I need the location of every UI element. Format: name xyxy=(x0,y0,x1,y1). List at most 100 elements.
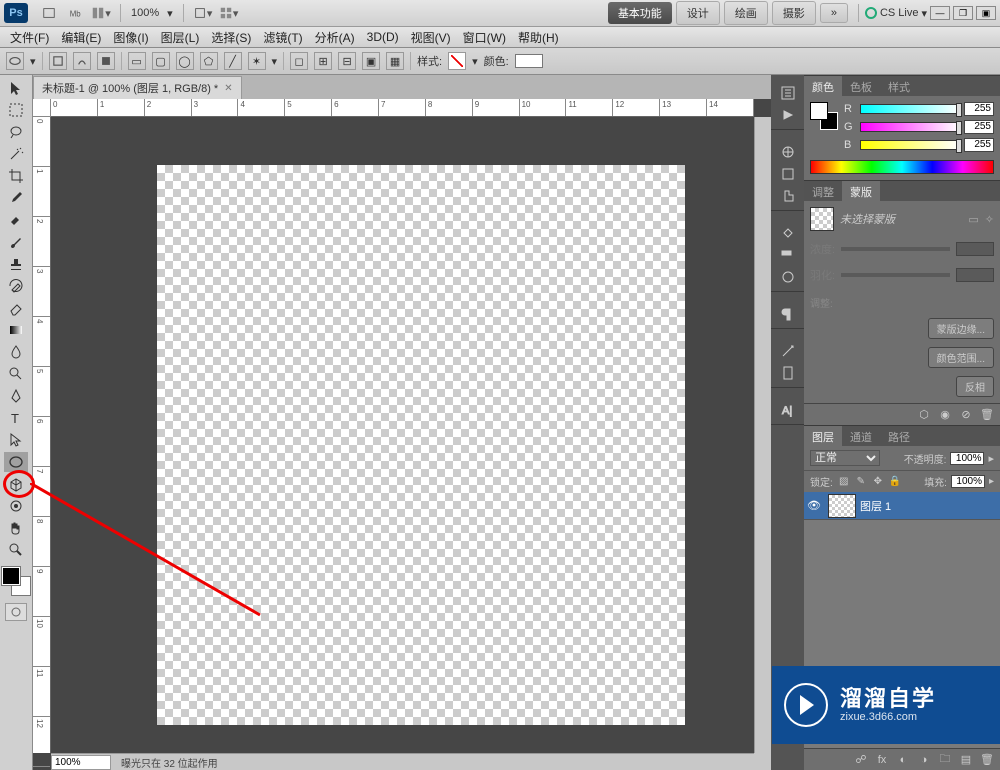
tab-layers[interactable]: 图层 xyxy=(804,426,842,446)
pixel-mask-icon[interactable]: ▭ xyxy=(968,213,978,226)
info-panel-icon[interactable] xyxy=(777,363,799,383)
opacity-value[interactable]: 100% xyxy=(950,452,984,465)
canvas[interactable] xyxy=(157,165,685,725)
brushpresets-icon[interactable] xyxy=(777,164,799,184)
mask-disable-icon[interactable]: ⊘ xyxy=(959,408,973,422)
shape-ellipse-icon[interactable]: ◯ xyxy=(176,52,194,70)
type-tool-icon[interactable]: T xyxy=(4,408,28,428)
density-value[interactable] xyxy=(956,242,994,256)
eraser-tool-icon[interactable] xyxy=(4,298,28,318)
zoom-tool-icon[interactable] xyxy=(4,540,28,560)
fx-icon[interactable]: fx xyxy=(875,753,889,767)
zoom-icon[interactable]: ▾ xyxy=(218,3,240,23)
hand-tool-icon[interactable] xyxy=(4,518,28,538)
tab-mask[interactable]: 蒙版 xyxy=(842,181,880,201)
quickmask-icon[interactable] xyxy=(5,603,27,621)
doc-layout-icon[interactable]: ▾ xyxy=(90,3,112,23)
document-tab[interactable]: 未标题-1 @ 100% (图层 1, RGB/8) * ✕ xyxy=(33,76,242,99)
link-icon[interactable]: ☍ xyxy=(854,753,868,767)
paths-icon[interactable] xyxy=(73,52,91,70)
fill-value[interactable]: 100% xyxy=(951,475,985,488)
mask-apply-icon[interactable]: ◉ xyxy=(938,408,952,422)
shape-line-icon[interactable]: ╱ xyxy=(224,52,242,70)
shape-polygon-icon[interactable]: ⬠ xyxy=(200,52,218,70)
ruler-horizontal[interactable]: 01234567891011121314 xyxy=(51,99,754,117)
spectrum-bar[interactable] xyxy=(810,160,994,174)
workspace-paint[interactable]: 绘画 xyxy=(724,1,768,25)
slider-g[interactable] xyxy=(860,122,960,132)
tab-adjust[interactable]: 调整 xyxy=(804,181,842,201)
shape-rect-icon[interactable]: ▭ xyxy=(128,52,146,70)
heal-tool-icon[interactable] xyxy=(4,210,28,230)
menu-analysis[interactable]: 分析(A) xyxy=(309,27,361,48)
lock-paint-icon[interactable]: ✎ xyxy=(854,475,868,489)
char-panel-icon[interactable]: A| xyxy=(777,400,799,420)
scrollbar-vertical[interactable] xyxy=(754,117,771,753)
path-subtract-icon[interactable]: ⊟ xyxy=(338,52,356,70)
minibridge-icon[interactable]: Mb xyxy=(64,3,86,23)
layer-name[interactable]: 图层 1 xyxy=(860,498,891,514)
layer-row[interactable]: 👁 图层 1 xyxy=(804,492,1000,520)
cslive-button[interactable]: CS Live▾ xyxy=(865,7,927,20)
shape-layers-icon[interactable] xyxy=(49,52,67,70)
path-intersect-icon[interactable]: ▣ xyxy=(362,52,380,70)
menu-help[interactable]: 帮助(H) xyxy=(512,27,565,48)
tab-channels[interactable]: 通道 xyxy=(842,426,880,446)
vector-mask-icon[interactable]: ✧ xyxy=(985,213,994,226)
move-tool-icon[interactable] xyxy=(4,78,28,98)
min-button[interactable]: — xyxy=(930,6,950,20)
path-new-icon[interactable]: ◻ xyxy=(290,52,308,70)
stamp-tool-icon[interactable] xyxy=(4,254,28,274)
menu-layer[interactable]: 图层(L) xyxy=(155,27,206,48)
menu-window[interactable]: 窗口(W) xyxy=(457,27,512,48)
eyedropper-tool-icon[interactable] xyxy=(4,188,28,208)
menu-view[interactable]: 视图(V) xyxy=(405,27,457,48)
shape-roundrect-icon[interactable]: ▢ xyxy=(152,52,170,70)
path-exclude-icon[interactable]: ▦ xyxy=(386,52,404,70)
wand-tool-icon[interactable] xyxy=(4,144,28,164)
clone-panel-icon[interactable] xyxy=(777,186,799,206)
3d-tool-icon[interactable] xyxy=(4,474,28,494)
3d-camera-icon[interactable] xyxy=(4,496,28,516)
workspace-basic[interactable]: 基本功能 xyxy=(608,2,672,24)
feather-slider[interactable] xyxy=(841,273,950,277)
pen-tool-icon[interactable] xyxy=(4,386,28,406)
brush-panel-icon[interactable] xyxy=(777,142,799,162)
crop-tool-icon[interactable] xyxy=(4,166,28,186)
workspace-more[interactable]: » xyxy=(820,3,848,23)
marquee-tool-icon[interactable] xyxy=(4,100,28,120)
adjustment-icon[interactable]: ◑ xyxy=(917,753,931,767)
dodge-tool-icon[interactable] xyxy=(4,364,28,384)
zoom-display[interactable]: 100% xyxy=(127,7,163,19)
path-add-icon[interactable]: ⊞ xyxy=(314,52,332,70)
tab-style[interactable]: 样式 xyxy=(880,76,918,96)
group-icon[interactable]: 🗀 xyxy=(938,753,952,767)
mask-new-icon[interactable]: ◐ xyxy=(896,753,910,767)
menu-select[interactable]: 选择(S) xyxy=(205,27,257,48)
lasso-tool-icon[interactable] xyxy=(4,122,28,142)
tab-color[interactable]: 颜色 xyxy=(804,76,842,96)
tab-swatch[interactable]: 色板 xyxy=(842,76,880,96)
trash-icon[interactable]: 🗑 xyxy=(980,753,994,767)
blur-tool-icon[interactable] xyxy=(4,342,28,362)
gradient-tool-icon[interactable] xyxy=(4,320,28,340)
lock-trans-icon[interactable]: ▨ xyxy=(837,475,851,489)
zoom-input[interactable]: 100% xyxy=(51,755,111,770)
tool-preset-icon[interactable] xyxy=(6,52,24,70)
layer-thumb[interactable] xyxy=(828,494,856,518)
lock-all-icon[interactable]: 🔒 xyxy=(888,475,902,489)
value-b[interactable]: 255 xyxy=(964,138,994,152)
menu-3d[interactable]: 3D(D) xyxy=(361,28,405,46)
menu-image[interactable]: 图像(I) xyxy=(107,27,154,48)
bridge-icon[interactable] xyxy=(38,3,60,23)
history-panel-icon[interactable] xyxy=(777,83,799,103)
styles-panel-icon[interactable] xyxy=(777,223,799,243)
blend-mode-select[interactable]: 正常 xyxy=(810,450,880,466)
slider-b[interactable] xyxy=(860,140,960,150)
value-r[interactable]: 255 xyxy=(964,102,994,116)
workspace-design[interactable]: 设计 xyxy=(676,1,720,25)
mask-edge-button[interactable]: 蒙版边缘... xyxy=(928,318,994,339)
tab-paths[interactable]: 路径 xyxy=(880,426,918,446)
feather-value[interactable] xyxy=(956,268,994,282)
ruler-vertical[interactable]: 012345678910111213 xyxy=(33,117,51,753)
